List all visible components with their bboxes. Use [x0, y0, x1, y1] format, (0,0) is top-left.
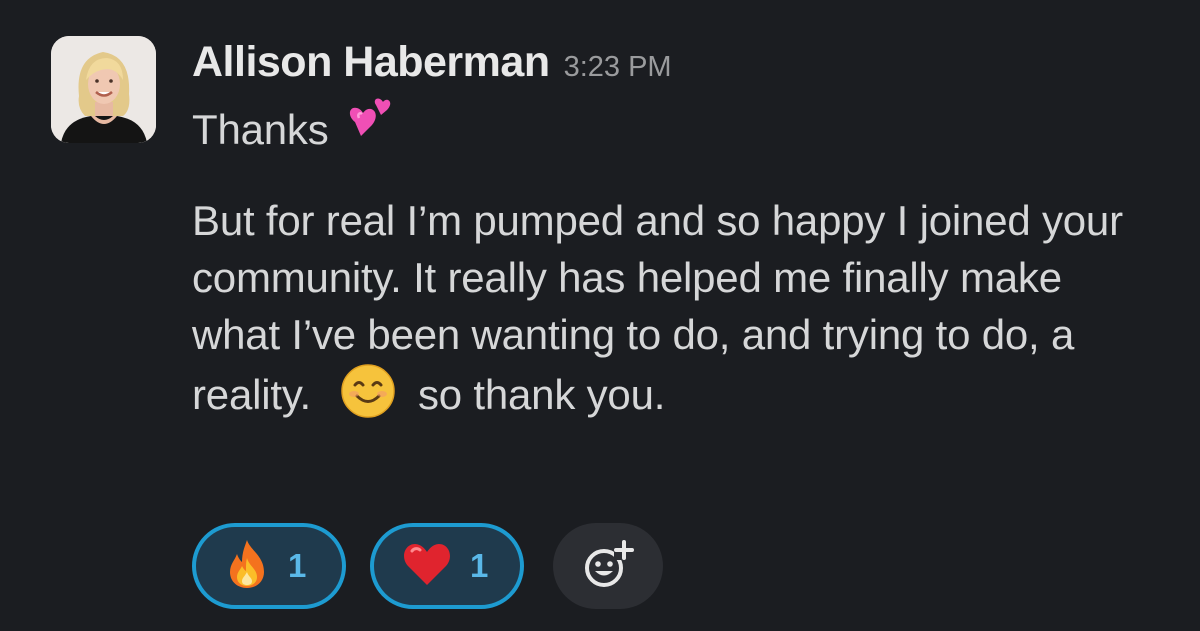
message-text-end: so thank you.: [417, 371, 666, 419]
timestamp[interactable]: 3:23 PM: [564, 51, 672, 84]
message-line-1: Thanks: [192, 98, 1182, 160]
message-paragraph-2: But for real I’m pumped and so happy I j…: [192, 192, 1152, 433]
reaction-fire[interactable]: 1: [192, 523, 346, 609]
reaction-heart[interactable]: 1: [370, 523, 524, 609]
red-heart-icon: [402, 541, 452, 592]
avatar[interactable]: [51, 36, 156, 143]
message-text-thanks: Thanks: [192, 105, 329, 153]
reactions-bar: 1 1: [192, 523, 663, 609]
fire-icon: [224, 538, 270, 595]
smiling-face-icon: [340, 363, 396, 433]
reaction-count: 1: [288, 547, 307, 584]
add-emoji-icon: [582, 538, 634, 595]
message-content: Allison Haberman 3:23 PM Thanks But for …: [192, 38, 1182, 433]
sender-name[interactable]: Allison Haberman: [192, 38, 550, 87]
message: Allison Haberman 3:23 PM Thanks But for …: [0, 0, 1200, 631]
reaction-count: 1: [470, 547, 489, 584]
avatar-photo: [51, 36, 156, 143]
add-reaction-button[interactable]: [553, 523, 663, 609]
two-hearts-icon: [343, 96, 395, 162]
message-header: Allison Haberman 3:23 PM: [192, 38, 1182, 100]
